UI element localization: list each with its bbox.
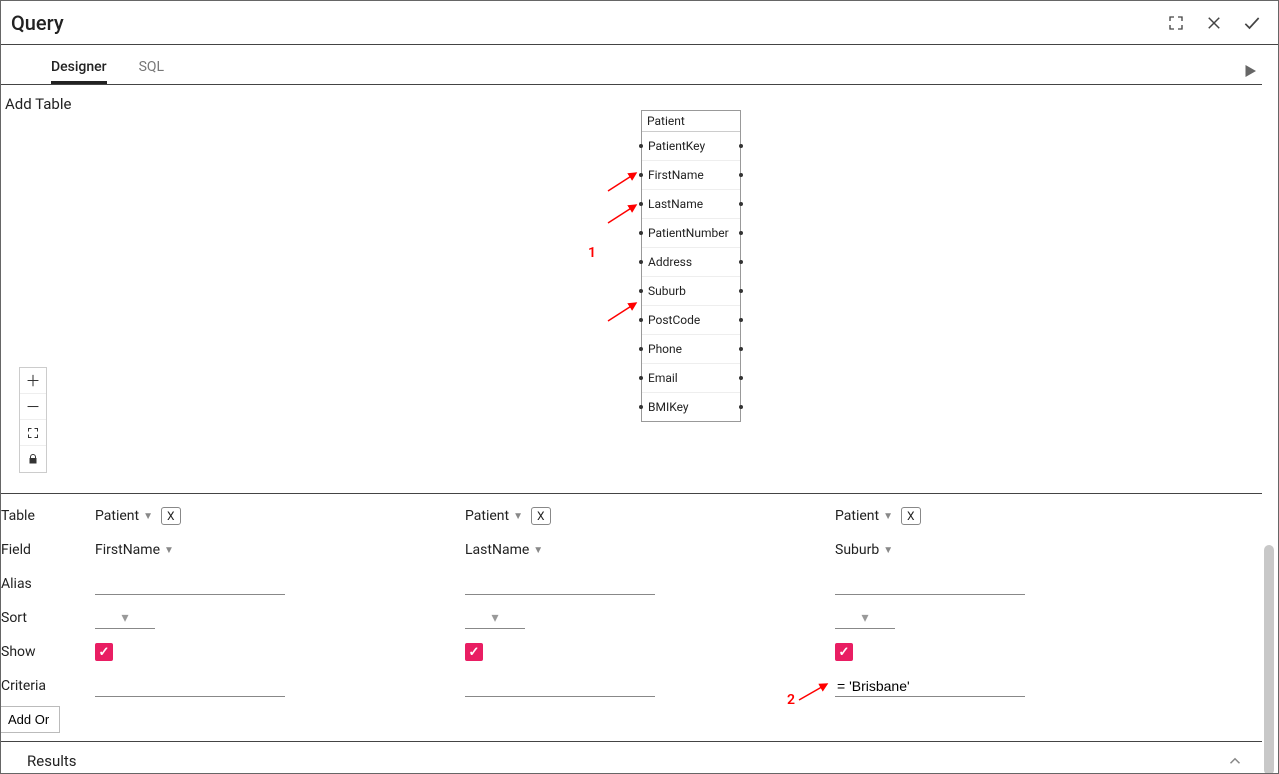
show-checkbox[interactable]: ✓: [95, 643, 113, 661]
run-query-icon[interactable]: [1238, 59, 1262, 83]
zoom-in-icon[interactable]: ＋: [20, 368, 46, 394]
chevron-down-icon: ▼: [513, 511, 523, 522]
grid-row-alias: Alias: [1, 568, 1262, 600]
table-select[interactable]: Patient▼: [835, 508, 893, 524]
grid-row-table: Table Patient▼ X Patient▼ X Patient▼ X: [1, 500, 1262, 532]
sort-select[interactable]: ▾: [861, 610, 868, 626]
remove-column-button[interactable]: X: [901, 507, 921, 525]
grid-row-criteria: Criteria 2: [1, 670, 1262, 702]
sort-select[interactable]: ▾: [121, 610, 128, 626]
show-checkbox[interactable]: ✓: [835, 643, 853, 661]
results-label: Results: [27, 752, 77, 770]
window-title: Query: [11, 11, 64, 35]
table-field[interactable]: LastName: [642, 190, 740, 219]
annotation-number: 1: [588, 245, 596, 261]
fit-icon[interactable]: [20, 420, 46, 446]
table-field[interactable]: Email: [642, 364, 740, 393]
table-field[interactable]: BMIKey: [642, 393, 740, 421]
chevron-down-icon: ▼: [883, 511, 893, 522]
close-icon[interactable]: [1198, 7, 1230, 39]
grid-row-show: Show ✓ ✓ ✓: [1, 636, 1262, 668]
results-bar[interactable]: Results: [1, 741, 1262, 774]
remove-column-button[interactable]: X: [531, 507, 551, 525]
sort-select[interactable]: ▾: [491, 610, 498, 626]
annotation-arrow-icon: [606, 299, 640, 323]
vertical-scrollbar[interactable]: [1264, 545, 1274, 774]
tab-bar: Designer SQL: [1, 45, 1262, 85]
table-field[interactable]: Suburb: [642, 277, 740, 306]
title-bar: Query: [1, 1, 1278, 45]
show-checkbox[interactable]: ✓: [465, 643, 483, 661]
confirm-icon[interactable]: [1236, 7, 1268, 39]
table-select[interactable]: Patient▼: [465, 508, 523, 524]
add-or-row: Add Or 3: [0, 706, 1262, 733]
chevron-down-icon: ▼: [143, 511, 153, 522]
table-field[interactable]: Phone: [642, 335, 740, 364]
field-select[interactable]: Suburb▼: [835, 542, 893, 558]
table-field[interactable]: PatientNumber: [642, 219, 740, 248]
grid-label: Table: [1, 508, 95, 524]
table-field[interactable]: Address: [642, 248, 740, 277]
grid-row-sort: Sort ▾ ▾ ▾: [1, 602, 1262, 634]
criteria-input[interactable]: [835, 677, 1025, 695]
table-node-header[interactable]: Patient: [642, 111, 740, 132]
alias-input[interactable]: [835, 575, 1025, 593]
add-or-button[interactable]: Add Or: [0, 706, 60, 733]
tab-sql[interactable]: SQL: [139, 59, 164, 84]
remove-column-button[interactable]: X: [161, 507, 181, 525]
alias-input[interactable]: [95, 575, 285, 593]
chevron-down-icon: ▼: [883, 545, 893, 556]
query-window: Query Designer SQL Add Table: [0, 0, 1279, 774]
tab-designer[interactable]: Designer: [51, 59, 107, 84]
table-node-patient[interactable]: Patient PatientKey FirstName LastName Pa…: [641, 110, 741, 422]
criteria-input[interactable]: [95, 677, 285, 695]
criteria-input[interactable]: [465, 677, 655, 695]
field-select[interactable]: FirstName▼: [95, 542, 174, 558]
grid-label: Field: [1, 542, 95, 558]
annotation-arrow-icon: [797, 682, 831, 702]
table-select[interactable]: Patient▼: [95, 508, 153, 524]
zoom-out-icon[interactable]: －: [20, 394, 46, 420]
annotation-arrow-icon: [606, 169, 640, 193]
chevron-up-icon[interactable]: [1226, 752, 1244, 770]
lock-icon[interactable]: [20, 446, 46, 472]
add-table-link[interactable]: Add Table: [5, 95, 1262, 113]
query-grid: Table Patient▼ X Patient▼ X Patient▼ X: [1, 493, 1262, 733]
grid-label: Sort: [1, 610, 95, 626]
grid-label: Show: [1, 644, 95, 660]
chevron-down-icon: ▼: [164, 545, 174, 556]
table-field[interactable]: FirstName: [642, 161, 740, 190]
grid-label: Criteria: [1, 678, 95, 694]
alias-input[interactable]: [465, 575, 655, 593]
annotation-arrow-icon: [606, 201, 640, 225]
field-select[interactable]: LastName▼: [465, 542, 543, 558]
grid-label: Alias: [1, 576, 95, 592]
content-area: Designer SQL Add Table ＋ －: [1, 45, 1278, 773]
table-field[interactable]: PatientKey: [642, 132, 740, 161]
grid-row-field: Field FirstName▼ LastName▼ Suburb▼: [1, 534, 1262, 566]
table-field[interactable]: PostCode: [642, 306, 740, 335]
designer-canvas[interactable]: ＋ － 1 Patient PatientKey F: [1, 113, 1262, 493]
fullscreen-icon[interactable]: [1160, 7, 1192, 39]
chevron-down-icon: ▼: [533, 545, 543, 556]
zoom-controls: ＋ －: [19, 367, 47, 473]
